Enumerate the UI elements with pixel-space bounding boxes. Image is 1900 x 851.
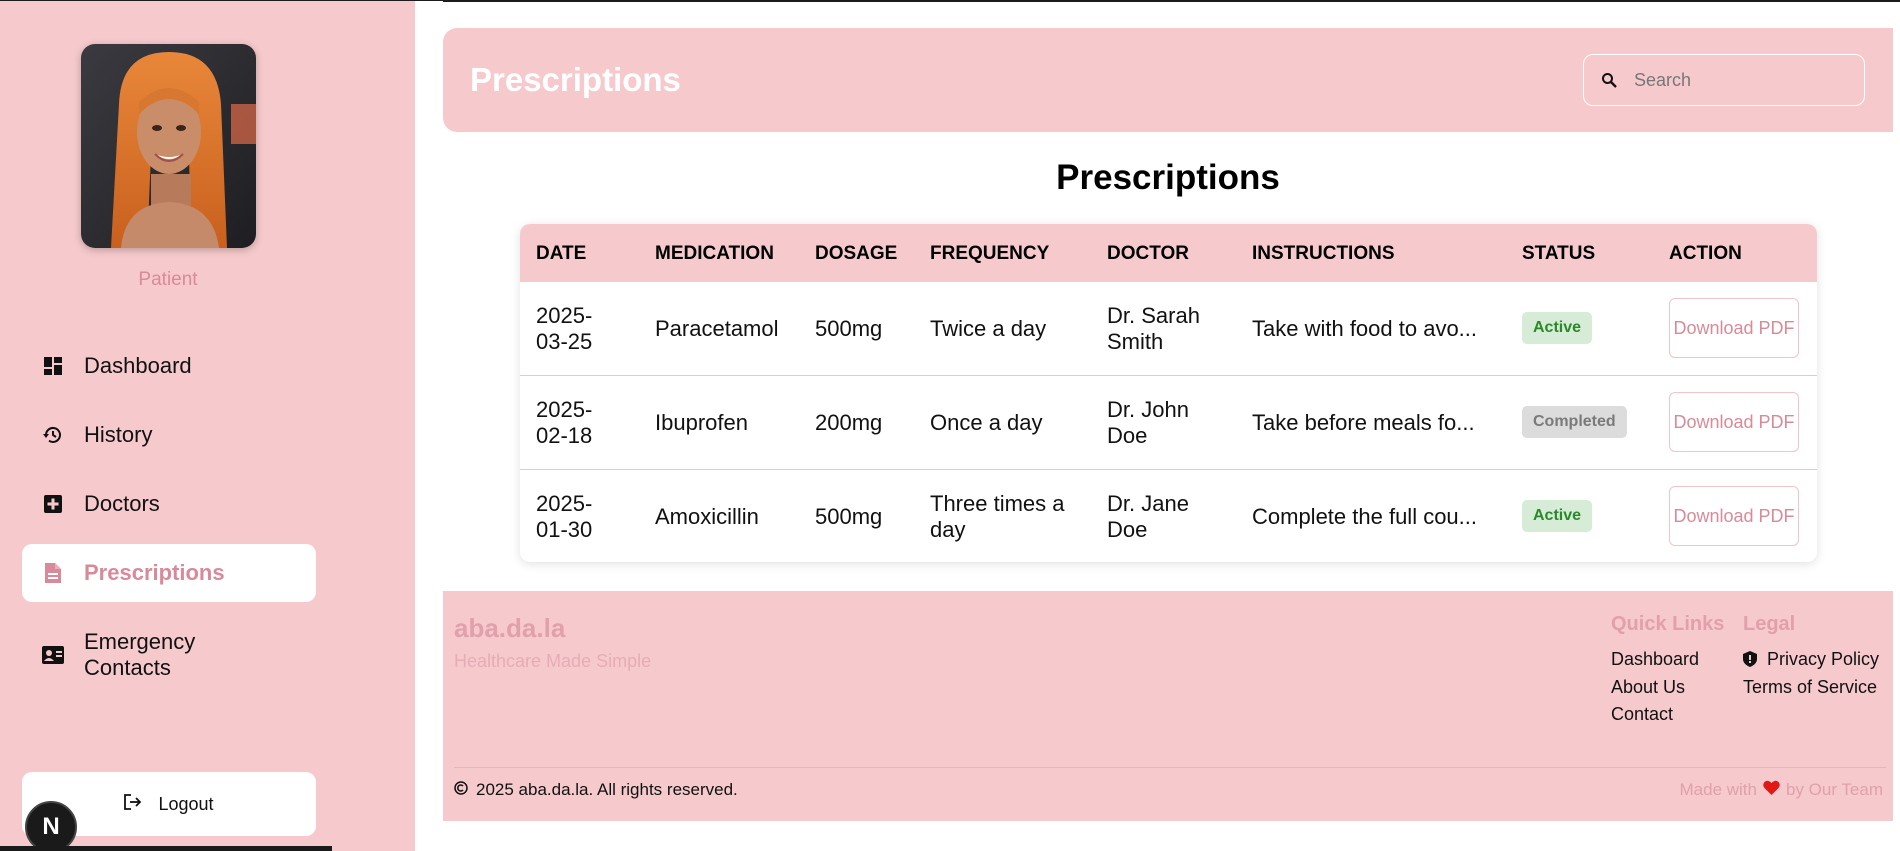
- made-with-line: Made with by Our Team: [1680, 780, 1884, 800]
- footer-link-contact[interactable]: Contact: [1611, 704, 1673, 725]
- header-title: Prescriptions: [470, 61, 681, 98]
- sidebar-divider: [415, 1, 443, 851]
- download-pdf-button[interactable]: Download PDF: [1669, 392, 1799, 452]
- download-pdf-button[interactable]: Download PDF: [1669, 486, 1799, 546]
- status-badge: Active: [1522, 500, 1593, 532]
- footer: aba.da.la Healthcare Made Simple Quick L…: [443, 591, 1893, 821]
- table-row: 2025-03-25 Paracetamol 500mg Twice a day…: [520, 282, 1817, 376]
- made-with-prefix: Made with: [1679, 780, 1757, 799]
- sidebar-item-dashboard[interactable]: Dashboard: [22, 337, 316, 395]
- copyright-icon: [454, 780, 468, 800]
- cell-frequency: Once a day: [930, 410, 1043, 435]
- sidebar-item-label: Dashboard: [84, 353, 192, 378]
- sidebar-item-history[interactable]: History: [22, 406, 316, 464]
- sidebar-item-emergency-contacts[interactable]: Emergency Contacts: [22, 624, 316, 686]
- dev-tools-badge[interactable]: N: [25, 801, 77, 851]
- history-icon: [22, 425, 84, 445]
- table-row: 2025-01-30 Amoxicillin 500mg Three times…: [520, 470, 1817, 562]
- cell-doctor: Dr. Sarah Smith: [1107, 303, 1200, 354]
- footer-link-privacy-policy[interactable]: Privacy Policy: [1767, 649, 1879, 670]
- copyright-line: 2025 aba.da.la. All rights reserved.: [454, 780, 738, 800]
- cell-date: 2025-02-18: [536, 397, 593, 448]
- sidebar: Patient Dashboard History Doctors Prescr…: [0, 1, 415, 851]
- column-header-action: ACTION: [1669, 243, 1742, 264]
- download-pdf-button[interactable]: Download PDF: [1669, 298, 1799, 358]
- search-box[interactable]: [1583, 54, 1865, 106]
- sidebar-item-doctors[interactable]: Doctors: [22, 475, 316, 533]
- made-with-suffix: by Our Team: [1785, 780, 1883, 799]
- cell-doctor: Dr. Jane Doe: [1107, 491, 1189, 542]
- quick-links-heading: Quick Links: [1611, 613, 1725, 635]
- column-header-status[interactable]: STATUS: [1522, 243, 1595, 265]
- column-header-date[interactable]: DATE: [536, 243, 586, 265]
- footer-link-about-us[interactable]: About Us: [1611, 677, 1685, 698]
- cell-date: 2025-01-30: [536, 491, 593, 542]
- legal-heading: Legal: [1743, 613, 1796, 635]
- column-header-instructions[interactable]: INSTRUCTIONS: [1252, 243, 1395, 265]
- status-badge: Active: [1522, 312, 1593, 344]
- footer-brand[interactable]: aba.da.la: [454, 613, 565, 644]
- table-header: DATE MEDICATION DOSAGE FREQUENCY DOCTOR …: [520, 224, 1817, 282]
- cell-medication: Paracetamol: [655, 316, 779, 341]
- logout-label: Logout: [158, 793, 214, 814]
- cell-doctor: Dr. John Doe: [1107, 397, 1189, 448]
- cell-instructions: Complete the full cou...: [1252, 504, 1478, 529]
- logout-icon: [124, 793, 142, 815]
- sidebar-item-label: Prescriptions: [84, 560, 225, 585]
- cell-date: 2025-03-25: [536, 303, 593, 354]
- document-icon: [22, 563, 84, 583]
- user-role-label: Patient: [138, 269, 198, 290]
- status-badge: Completed: [1522, 406, 1627, 438]
- column-header-dosage[interactable]: DOSAGE: [815, 243, 897, 265]
- page-header: Prescriptions: [443, 28, 1893, 132]
- column-header-frequency[interactable]: FREQUENCY: [930, 243, 1049, 265]
- footer-link-dashboard[interactable]: Dashboard: [1611, 649, 1699, 670]
- cell-instructions: Take with food to avo...: [1252, 316, 1478, 341]
- contact-card-icon: [22, 646, 84, 664]
- cell-frequency: Twice a day: [930, 316, 1047, 341]
- search-icon: [1584, 72, 1634, 88]
- cell-frequency: Three times a day: [930, 491, 1065, 542]
- column-header-doctor[interactable]: DOCTOR: [1107, 243, 1189, 265]
- medical-plus-icon: [22, 495, 84, 513]
- cell-medication: Amoxicillin: [655, 504, 759, 529]
- sidebar-item-label: Emergency Contacts: [84, 629, 196, 680]
- cell-dosage: 500mg: [815, 316, 883, 341]
- sidebar-item-label: History: [84, 422, 153, 447]
- avatar: [81, 44, 256, 248]
- heart-icon: [1763, 780, 1780, 800]
- cell-instructions: Take before meals fo...: [1252, 410, 1475, 435]
- prescriptions-table: DATE MEDICATION DOSAGE FREQUENCY DOCTOR …: [520, 224, 1817, 562]
- cell-dosage: 200mg: [815, 410, 883, 435]
- table-row: 2025-02-18 Ibuprofen 200mg Once a day Dr…: [520, 376, 1817, 470]
- shield-icon: [1743, 651, 1757, 672]
- column-header-medication[interactable]: MEDICATION: [655, 243, 774, 265]
- copyright-text: 2025 aba.da.la. All rights reserved.: [476, 780, 738, 799]
- footer-tagline: Healthcare Made Simple: [454, 651, 652, 671]
- sidebar-item-prescriptions[interactable]: Prescriptions: [22, 544, 316, 602]
- sidebar-item-label: Doctors: [84, 491, 160, 516]
- cell-dosage: 500mg: [815, 504, 883, 529]
- search-input[interactable]: [1634, 69, 1854, 91]
- footer-divider: [454, 767, 1886, 768]
- footer-link-terms-of-service[interactable]: Terms of Service: [1743, 677, 1877, 698]
- page-title: Prescriptions: [1056, 158, 1280, 197]
- dashboard-icon: [22, 357, 84, 375]
- cell-medication: Ibuprofen: [655, 410, 748, 435]
- bottom-bar: [0, 846, 332, 851]
